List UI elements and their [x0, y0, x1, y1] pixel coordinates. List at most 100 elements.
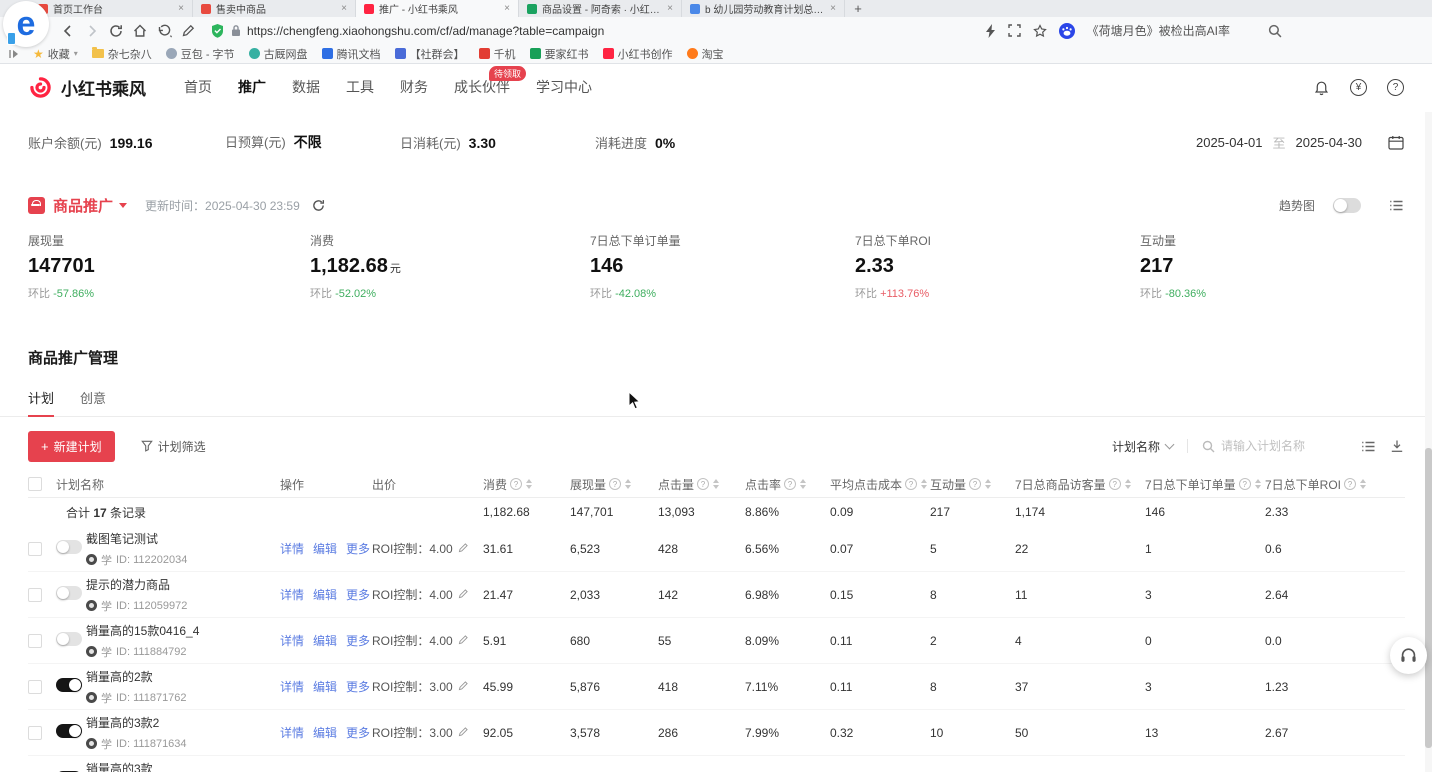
select-all-checkbox[interactable] — [28, 477, 42, 491]
url-box[interactable]: https://chengfeng.xiaohongshu.com/cf/ad/… — [210, 20, 982, 41]
sort-icon[interactable] — [526, 479, 532, 489]
tab-close-icon[interactable]: × — [667, 3, 673, 14]
sort-icon[interactable] — [985, 479, 991, 489]
action-link-详情[interactable]: 详情 — [280, 586, 304, 603]
action-link-编辑[interactable]: 编辑 — [313, 678, 337, 695]
date-range-picker[interactable]: 2025-04-01 至 2025-04-30 — [1196, 133, 1404, 152]
back-icon[interactable] — [58, 21, 78, 41]
sort-icon[interactable] — [625, 479, 631, 489]
tab-close-icon[interactable]: × — [178, 3, 184, 14]
trend-chart-toggle[interactable] — [1333, 198, 1361, 213]
tab-close-icon[interactable]: × — [504, 3, 510, 14]
edit-bid-pencil-icon[interactable] — [458, 680, 469, 694]
refresh-data-icon[interactable] — [312, 199, 325, 212]
bookmark-item[interactable]: 豆包 - 字节 — [166, 46, 235, 62]
action-link-编辑[interactable]: 编辑 — [313, 632, 337, 649]
new-plan-button[interactable]: + 新建计划 — [28, 431, 115, 462]
campaign-name[interactable]: 销量高的15款0416_4 — [86, 622, 280, 639]
column-header[interactable]: 平均点击成本? — [830, 476, 930, 493]
bookmark-item[interactable]: 腾讯文档 — [322, 46, 381, 62]
nav-item-推广[interactable]: 推广 — [238, 77, 266, 97]
action-link-编辑[interactable]: 编辑 — [313, 540, 337, 557]
tab-创意[interactable]: 创意 — [80, 388, 106, 416]
action-link-详情[interactable]: 详情 — [280, 540, 304, 557]
row-status-toggle[interactable] — [56, 632, 82, 646]
info-icon[interactable]: ? — [697, 478, 709, 490]
edit-bid-pencil-icon[interactable] — [458, 588, 469, 602]
row-status-toggle[interactable] — [56, 540, 82, 554]
browser-tab[interactable]: b 幼儿园劳动教育计划总结方案× — [682, 0, 845, 17]
column-header[interactable]: 点击量? — [658, 476, 745, 493]
nav-item-首页[interactable]: 首页 — [184, 77, 212, 97]
plan-search[interactable] — [1202, 439, 1331, 453]
currency-icon[interactable]: ¥ — [1350, 79, 1367, 96]
brand[interactable]: 小红书乘风 — [28, 75, 146, 100]
edit-bid-pencil-icon[interactable] — [458, 634, 469, 648]
action-link-详情[interactable]: 详情 — [280, 678, 304, 695]
column-header[interactable]: 消费? — [483, 476, 570, 493]
sort-icon[interactable] — [1360, 479, 1366, 489]
baidu-icon[interactable] — [1059, 23, 1075, 39]
notification-bell-icon[interactable] — [1313, 79, 1330, 96]
campaign-name[interactable]: 销量高的2款 — [86, 668, 280, 685]
column-header[interactable]: 7日总下单订单量? — [1145, 476, 1265, 493]
history-icon[interactable] — [154, 21, 174, 41]
nav-item-财务[interactable]: 财务 — [400, 77, 428, 97]
action-link-详情[interactable]: 详情 — [280, 632, 304, 649]
action-link-编辑[interactable]: 编辑 — [313, 586, 337, 603]
sort-icon[interactable] — [713, 479, 719, 489]
action-link-更多[interactable]: 更多 — [346, 632, 370, 649]
bookmark-item[interactable]: 淘宝 — [687, 46, 724, 62]
row-checkbox[interactable] — [28, 542, 42, 556]
info-icon[interactable]: ? — [784, 478, 796, 490]
nav-item-工具[interactable]: 工具 — [346, 77, 374, 97]
info-icon[interactable]: ? — [609, 478, 621, 490]
campaign-name[interactable]: 提示的潜力商品 — [86, 576, 280, 593]
search-icon[interactable] — [1268, 24, 1282, 38]
sort-icon[interactable] — [921, 479, 927, 489]
collapse-bookmarks-icon[interactable] — [8, 49, 19, 59]
download-icon[interactable] — [1390, 439, 1404, 453]
row-checkbox[interactable] — [28, 588, 42, 602]
help-icon[interactable]: ? — [1387, 79, 1404, 96]
customer-service-button[interactable] — [1390, 637, 1427, 674]
bookmark-item[interactable]: 杂七杂八 — [92, 46, 152, 62]
forward-icon[interactable] — [82, 21, 102, 41]
action-link-更多[interactable]: 更多 — [346, 540, 370, 557]
nav-item-成长伙伴[interactable]: 成长伙伴待领取 — [454, 77, 510, 97]
row-status-toggle[interactable] — [56, 724, 82, 738]
hot-search-text[interactable]: 《荷塘月色》被检出高AI率 — [1087, 22, 1230, 39]
action-link-更多[interactable]: 更多 — [346, 586, 370, 603]
bookmark-favorites[interactable]: ★ 收藏 ▾ — [33, 46, 78, 62]
browser-tab[interactable]: 商品设置 - 阿奇索 · 小红书自动× — [519, 0, 682, 17]
plan-filter-button[interactable]: 计划筛选 — [141, 438, 206, 455]
row-checkbox[interactable] — [28, 680, 42, 694]
campaign-name[interactable]: 销量高的3款2 — [86, 714, 280, 731]
column-settings-icon[interactable] — [1361, 440, 1376, 453]
tab-close-icon[interactable]: × — [341, 3, 347, 14]
metric-settings-icon[interactable] — [1389, 199, 1404, 212]
bookmark-item[interactable]: 要家红书 — [530, 46, 589, 62]
row-checkbox[interactable] — [28, 726, 42, 740]
column-header[interactable]: 展现量? — [570, 476, 658, 493]
row-status-toggle[interactable] — [56, 678, 82, 692]
bookmark-item[interactable]: 【社群会】 — [395, 46, 465, 62]
sort-icon[interactable] — [1255, 479, 1261, 489]
edit-bid-pencil-icon[interactable] — [458, 542, 469, 556]
home-icon[interactable] — [130, 21, 150, 41]
action-link-详情[interactable]: 详情 — [280, 724, 304, 741]
info-icon[interactable]: ? — [969, 478, 981, 490]
action-link-更多[interactable]: 更多 — [346, 678, 370, 695]
info-icon[interactable]: ? — [905, 478, 917, 490]
browser-tab[interactable]: 推广 - 小红书乘风× — [356, 0, 519, 17]
tab-计划[interactable]: 计划 — [28, 388, 54, 416]
row-checkbox[interactable] — [28, 634, 42, 648]
info-icon[interactable]: ? — [1344, 478, 1356, 490]
date-end[interactable]: 2025-04-30 — [1296, 135, 1363, 150]
column-header[interactable]: 7日总商品访客量? — [1015, 476, 1145, 493]
nav-item-学习中心[interactable]: 学习中心 — [536, 77, 592, 97]
sort-icon[interactable] — [800, 479, 806, 489]
calendar-icon[interactable] — [1388, 135, 1404, 150]
column-header[interactable]: 互动量? — [930, 476, 1015, 493]
chevron-down-icon[interactable] — [119, 203, 127, 208]
